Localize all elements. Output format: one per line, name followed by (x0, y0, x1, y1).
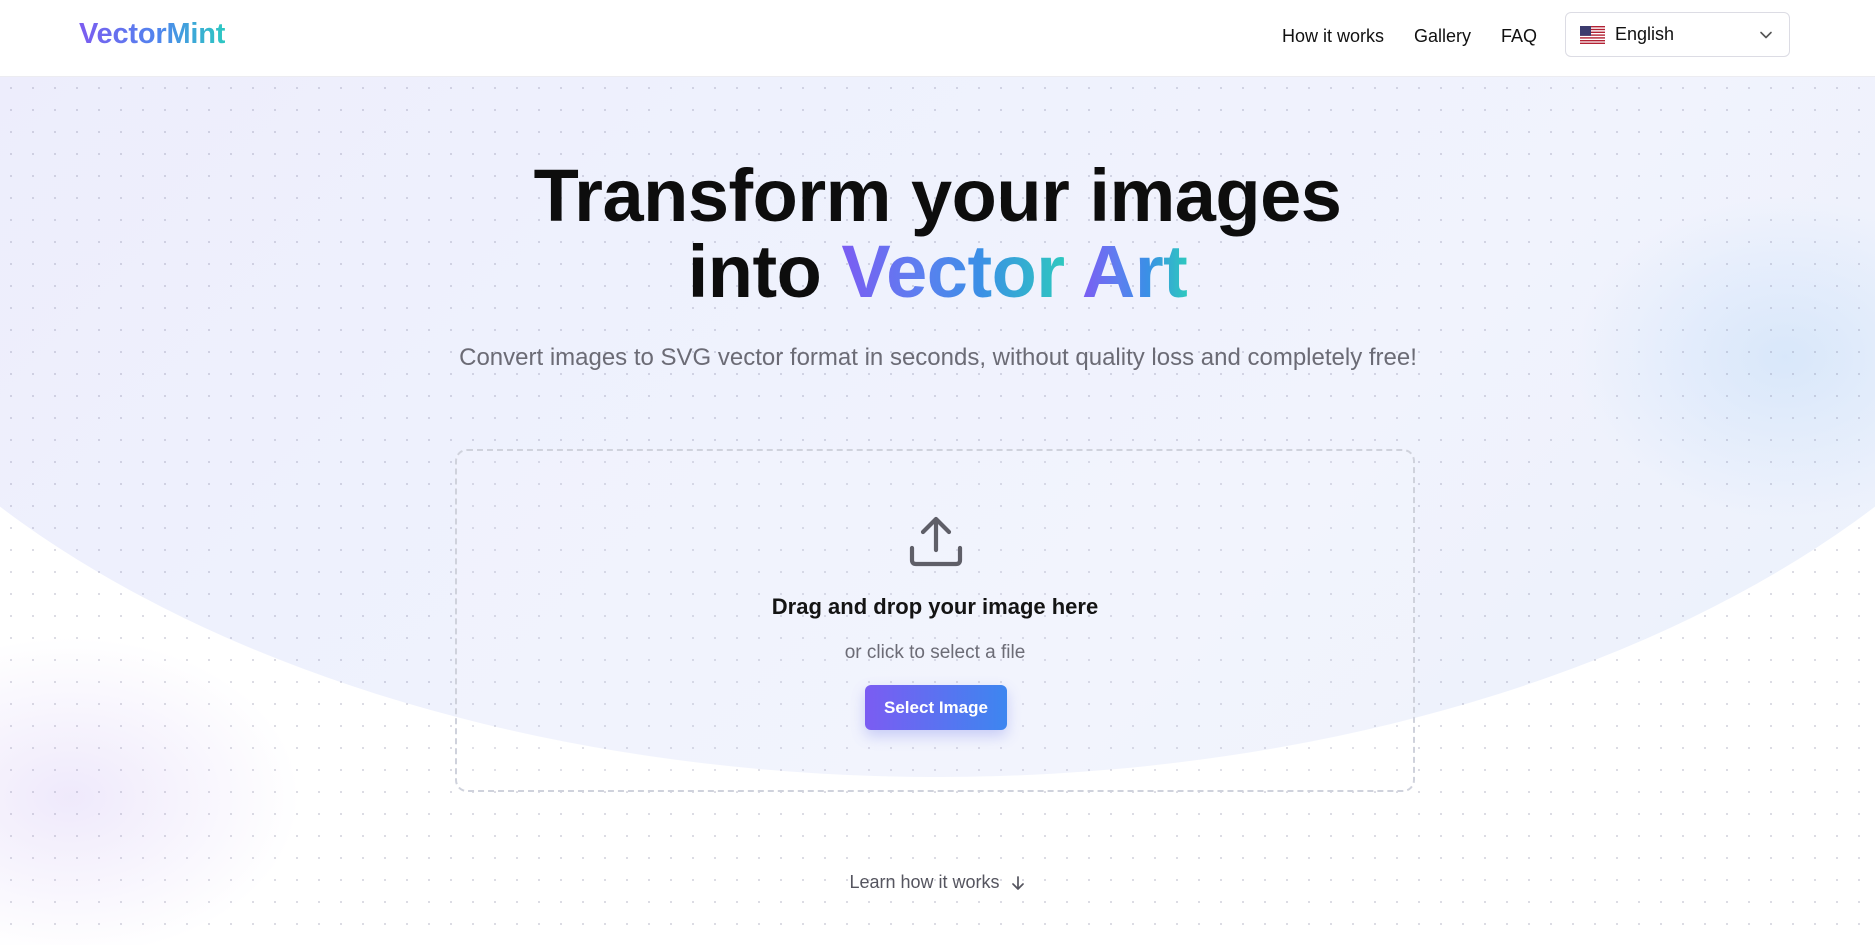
hero-title-line1: Transform your images (533, 154, 1342, 237)
hero-title: Transform your images into Vector Art (0, 158, 1875, 310)
page: VectorMint How it works Gallery FAQ Engl… (0, 0, 1875, 945)
language-label: English (1615, 24, 1675, 44)
learn-how-it-works-link[interactable]: Learn how it works (0, 872, 1875, 893)
us-flag-icon (1580, 25, 1605, 44)
nav-link-how-it-works[interactable]: How it works (1282, 26, 1384, 47)
arrow-down-icon (1011, 875, 1024, 890)
learn-link-content: Learn how it works (849, 872, 1025, 893)
logo[interactable]: VectorMint (79, 18, 225, 51)
learn-link-label: Learn how it works (849, 872, 1000, 892)
language-selector[interactable]: English (1565, 12, 1790, 57)
chevron-down-icon (1760, 31, 1772, 39)
dropzone-title: Drag and drop your image here (771, 594, 1099, 619)
hero-title-prefix: into (687, 230, 822, 313)
upload-icon (909, 516, 963, 567)
hero-subtitle: Convert images to SVG vector format in s… (459, 344, 1417, 371)
image-dropzone[interactable]: Drag and drop your image here or click t… (455, 449, 1415, 792)
select-image-button[interactable]: Select Image (865, 685, 1007, 730)
dropzone-subtitle: or click to select a file (844, 642, 1026, 663)
nav-link-gallery[interactable]: Gallery (1414, 26, 1471, 47)
top-navbar: VectorMint How it works Gallery FAQ Engl… (0, 0, 1875, 77)
hero-title-highlight-vector: Vector (841, 230, 1065, 313)
hero-title-highlight-art: Art (1081, 230, 1188, 313)
nav-link-faq[interactable]: FAQ (1501, 26, 1537, 47)
main-nav: How it works Gallery FAQ (1282, 0, 1537, 72)
